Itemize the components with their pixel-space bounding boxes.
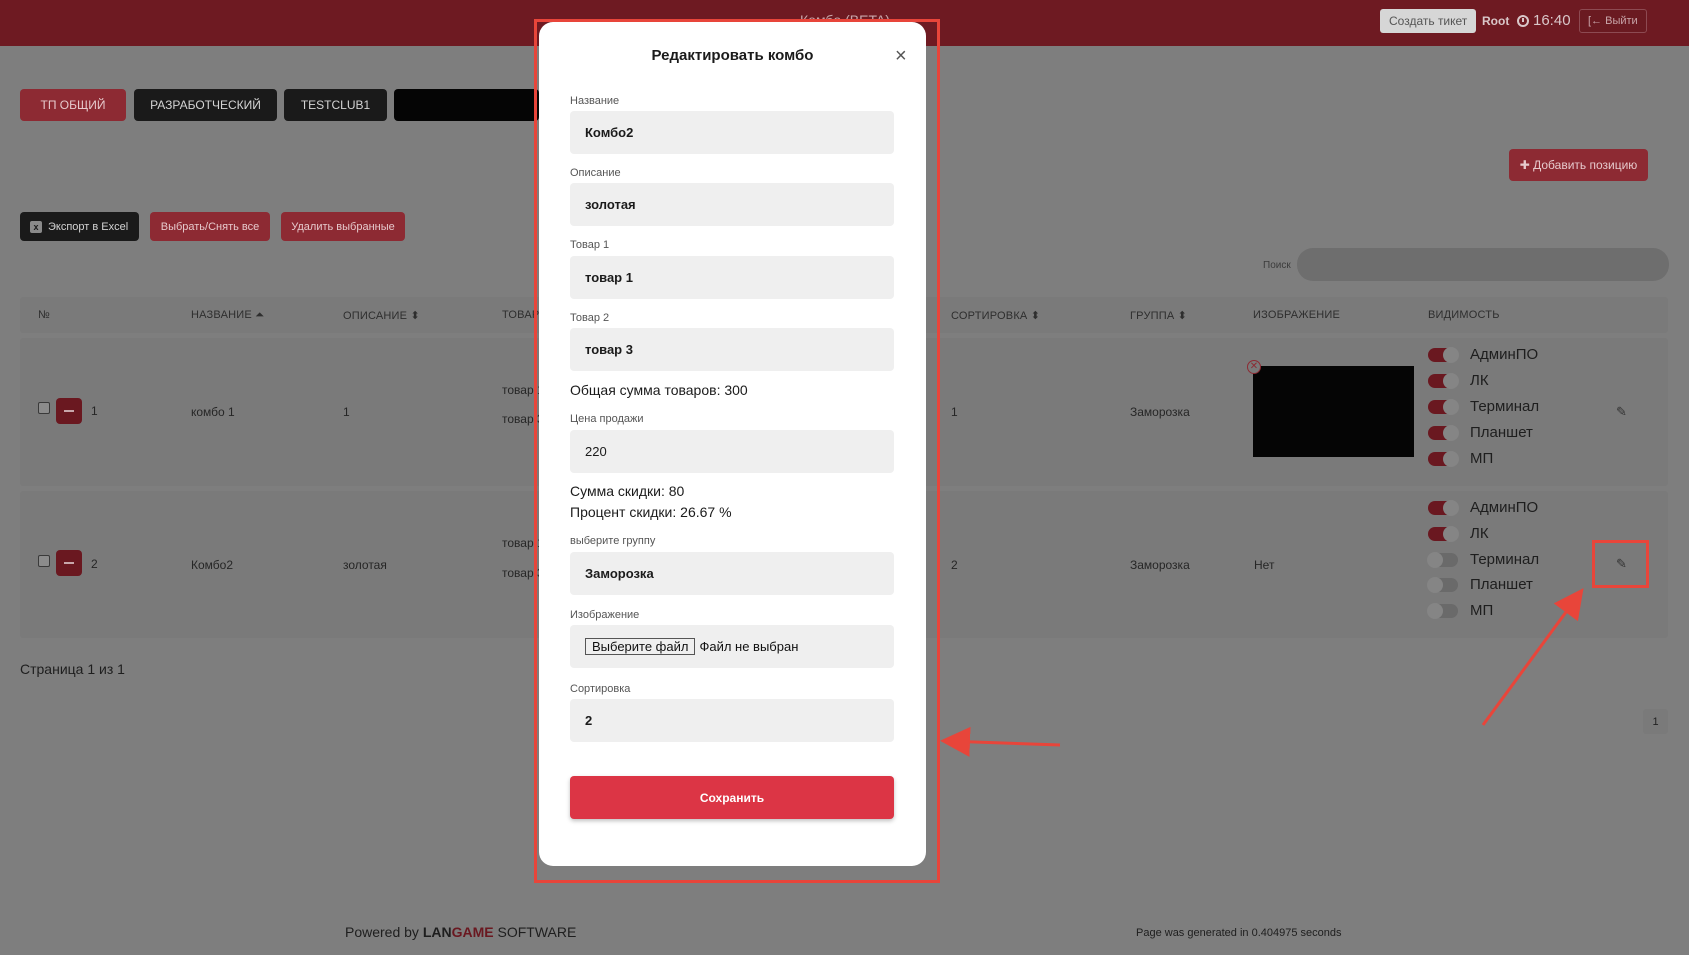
annotation-arrows <box>940 588 1584 757</box>
arrow-to-edit-button <box>1481 588 1584 726</box>
arrow-to-modal <box>940 726 1061 757</box>
